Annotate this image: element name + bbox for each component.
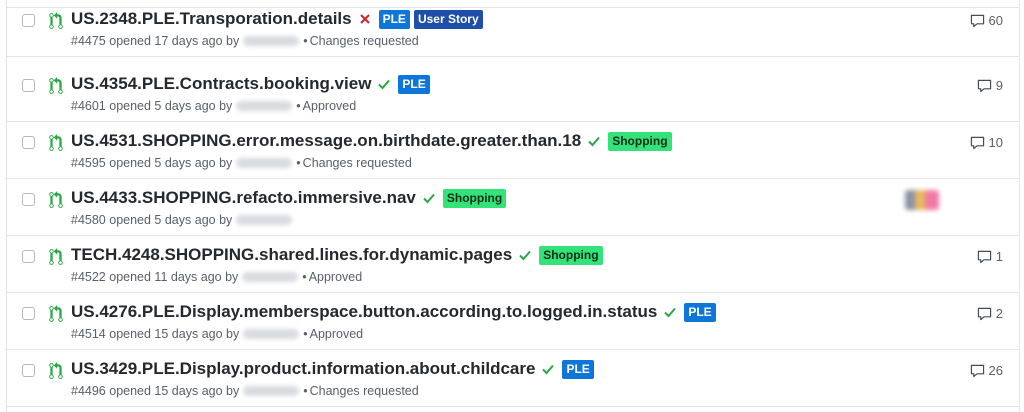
check-icon[interactable] [422, 191, 436, 205]
meta-separator: • [296, 156, 301, 170]
pr-title-link[interactable]: US.4531.SHOPPING.error.message.on.birthd… [71, 131, 581, 151]
review-status-link[interactable]: Approved [310, 327, 364, 341]
comment-icon [977, 250, 991, 263]
pull-request-list: US.4354.PLE.Contracts.booking.view PLE #… [6, 0, 1020, 412]
comment-icon [970, 136, 984, 149]
author-link[interactable] [236, 158, 293, 168]
pr-row: US.4531.SHOPPING.error.message.on.birthd… [7, 122, 1019, 179]
author-link[interactable] [243, 386, 300, 396]
check-icon[interactable] [518, 248, 532, 262]
pr-opened: opened 5 days ago by [109, 156, 233, 170]
pr-number: #4514 [71, 327, 106, 341]
comment-icon [970, 364, 984, 377]
author-link[interactable] [236, 215, 293, 225]
select-checkbox[interactable] [22, 307, 35, 320]
select-checkbox[interactable] [22, 364, 35, 377]
label-shopping[interactable]: Shopping [442, 188, 507, 208]
review-status-link[interactable]: Approved [309, 270, 363, 284]
select-checkbox[interactable] [22, 193, 35, 206]
pr-title-link[interactable]: US.4354.PLE.Contracts.booking.view [71, 74, 371, 94]
pr-title-link[interactable]: US.3429.PLE.Display.product.information.… [71, 359, 535, 379]
comment-count: 10 [988, 135, 1003, 150]
label-ple[interactable]: PLE [398, 74, 430, 94]
meta-separator: • [302, 270, 307, 284]
pr-title-link[interactable]: US.4276.PLE.Display.memberspace.button.a… [71, 302, 657, 322]
author-link[interactable] [243, 329, 300, 339]
meta-separator: • [303, 327, 308, 341]
pr-number: #4595 [71, 156, 106, 170]
select-checkbox[interactable] [22, 79, 35, 92]
comment-count: 9 [995, 78, 1003, 93]
pr-number: #4475 [71, 34, 106, 48]
pr-number: #4601 [71, 99, 106, 113]
pr-number: #4496 [71, 384, 106, 398]
select-checkbox[interactable] [22, 136, 35, 149]
review-status-link[interactable]: Changes requested [303, 156, 412, 170]
pr-opened: opened 5 days ago by [109, 213, 233, 227]
check-icon[interactable] [587, 134, 601, 148]
git-pull-request-icon [49, 248, 63, 265]
pr-opened: opened 11 days ago by [109, 270, 239, 284]
pr-opened: opened 15 days ago by [109, 384, 240, 398]
comments-link[interactable]: 26 [970, 363, 1003, 378]
comment-icon [977, 307, 991, 320]
review-status-link[interactable]: Changes requested [310, 384, 419, 398]
comment-count: 26 [988, 363, 1003, 378]
pr-row: US.4354.PLE.Contracts.booking.view PLE #… [7, 65, 1019, 122]
comment-count: 2 [995, 306, 1003, 321]
comments-link[interactable]: 1 [977, 249, 1003, 264]
pr-opened: opened 5 days ago by [109, 99, 233, 113]
pr-row: US.4276.PLE.Display.memberspace.button.a… [7, 293, 1019, 350]
git-pull-request-icon [49, 77, 63, 94]
comment-icon [977, 79, 991, 92]
pr-title-link[interactable]: US.2348.PLE.Transporation.details [71, 9, 352, 29]
pr-row: US.4433.SHOPPING.refacto.immersive.nav S… [7, 179, 1019, 236]
comments-link[interactable]: 9 [977, 78, 1003, 93]
assignee-avatars[interactable] [905, 190, 939, 212]
meta-separator: • [303, 34, 308, 48]
meta-separator: • [296, 99, 301, 113]
label-shopping[interactable]: Shopping [608, 131, 672, 151]
check-icon[interactable] [663, 305, 677, 319]
git-pull-request-icon [49, 191, 63, 208]
review-status-link[interactable]: Approved [303, 99, 357, 113]
comments-link[interactable]: 10 [970, 135, 1003, 150]
pr-number: #4522 [71, 270, 106, 284]
review-status-link[interactable]: Changes requested [310, 34, 419, 48]
label-ple[interactable]: PLE [684, 302, 716, 322]
git-pull-request-icon [49, 134, 63, 151]
pr-title-link[interactable]: TECH.4248.SHOPPING.shared.lines.for.dyna… [71, 245, 512, 265]
pr-row: TECH.4248.SHOPPING.shared.lines.for.dyna… [7, 236, 1019, 293]
comment-icon [970, 14, 984, 27]
comments-link[interactable]: 60 [970, 13, 1003, 28]
pr-title-link[interactable]: US.4433.SHOPPING.refacto.immersive.nav [71, 188, 416, 208]
select-checkbox[interactable] [22, 14, 35, 27]
label-shopping[interactable]: Shopping [539, 245, 603, 265]
check-icon[interactable] [541, 362, 555, 376]
pr-number: #4580 [71, 213, 106, 227]
meta-separator: • [303, 384, 308, 398]
x-icon[interactable] [358, 12, 372, 26]
comments-link[interactable]: 2 [977, 306, 1003, 321]
git-pull-request-icon [49, 305, 63, 322]
label-ple[interactable]: PLE [378, 9, 410, 29]
comment-count: 1 [995, 249, 1003, 264]
pr-opened: opened 15 days ago by [109, 327, 240, 341]
select-checkbox[interactable] [22, 250, 35, 263]
avatar[interactable] [925, 190, 939, 210]
author-link[interactable] [243, 36, 300, 46]
check-icon[interactable] [377, 77, 391, 91]
pr-row: US.2348.PLE.Transporation.details PLE Us… [7, 0, 1019, 57]
comment-count: 60 [988, 13, 1003, 28]
label-ple[interactable]: PLE [562, 359, 594, 379]
pr-opened: opened 17 days ago by [109, 34, 240, 48]
git-pull-request-icon [49, 12, 63, 29]
author-link[interactable] [242, 272, 299, 282]
git-pull-request-icon [49, 362, 63, 379]
pr-row: US.3429.PLE.Display.product.information.… [7, 350, 1019, 407]
label-user-story[interactable]: User Story [413, 9, 483, 29]
author-link[interactable] [236, 101, 293, 111]
